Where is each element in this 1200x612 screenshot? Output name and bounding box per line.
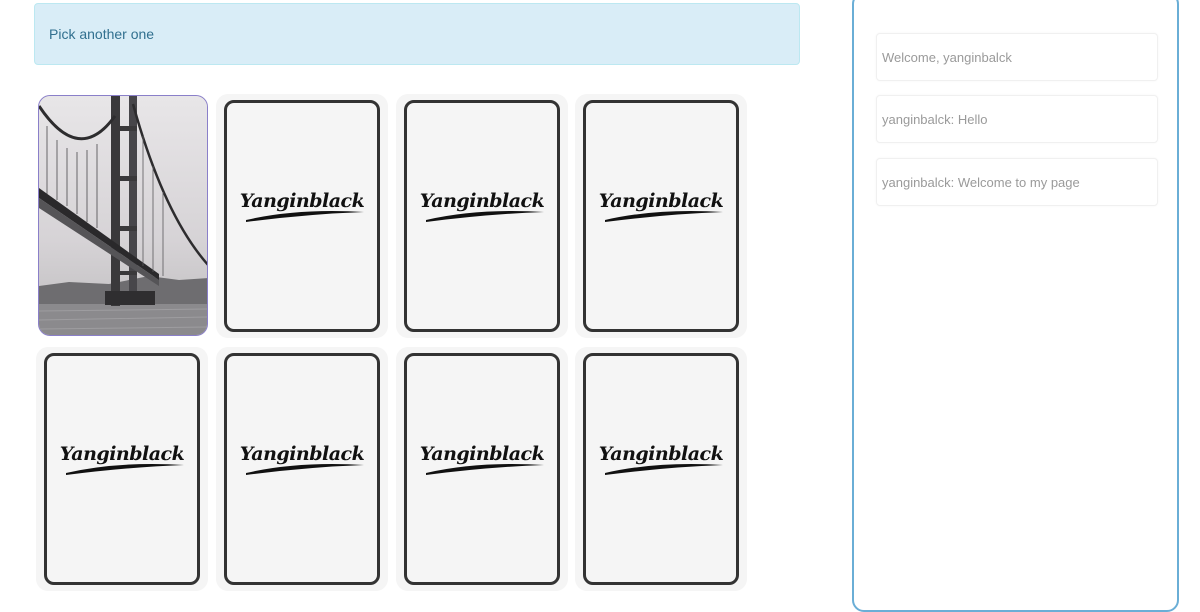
chat-message-text: Welcome, yanginbalck — [882, 50, 1012, 65]
card-face-down[interactable]: Yanginblack — [575, 347, 747, 591]
logo-swoosh-icon — [246, 211, 364, 222]
card-face-down[interactable]: Yanginblack — [36, 347, 208, 591]
logo-swoosh-icon — [246, 464, 364, 475]
chat-panel: Welcome, yanginbalck yanginbalck: Hello … — [852, 0, 1179, 612]
card-face-down[interactable]: Yanginblack — [216, 347, 388, 591]
card-grid: Yanginblack Yanginblack Yanginblack Yang… — [36, 94, 756, 594]
card-face-down[interactable]: Yanginblack — [396, 94, 568, 338]
card-face-down[interactable]: Yanginblack — [216, 94, 388, 338]
chat-message: yanginbalck: Welcome to my page — [876, 158, 1158, 206]
status-alert-text: Pick another one — [49, 26, 155, 42]
card-face-up[interactable] — [38, 95, 208, 336]
logo-swoosh-icon — [605, 211, 723, 222]
logo-swoosh-icon — [66, 464, 184, 475]
chat-message: Welcome, yanginbalck — [876, 33, 1158, 81]
chat-message: yanginbalck: Hello — [876, 95, 1158, 143]
logo-swoosh-icon — [426, 464, 544, 475]
bridge-photo — [39, 96, 207, 335]
chat-message-text: yanginbalck: Hello — [882, 112, 988, 127]
chat-message-text: yanginbalck: Welcome to my page — [882, 175, 1080, 190]
card-face-down[interactable]: Yanginblack — [575, 94, 747, 338]
status-alert: Pick another one — [34, 3, 800, 65]
card-face-down[interactable]: Yanginblack — [396, 347, 568, 591]
logo-swoosh-icon — [605, 464, 723, 475]
logo-swoosh-icon — [426, 211, 544, 222]
